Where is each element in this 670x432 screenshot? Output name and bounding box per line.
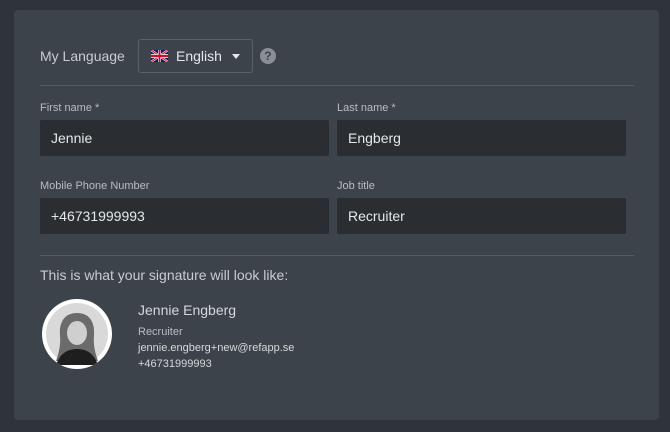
section-divider (40, 85, 634, 86)
job-title-label: Job title (337, 180, 375, 192)
job-title-field: Job title (337, 179, 626, 234)
last-name-label: Last name * (337, 102, 396, 114)
last-name-input[interactable] (337, 120, 626, 156)
signature-heading: This is what your signature will look li… (40, 267, 289, 283)
mobile-phone-field: Mobile Phone Number (40, 179, 329, 234)
signature-phone: +46731999993 (138, 358, 212, 370)
signature-name: Jennie Engberg (138, 302, 237, 318)
avatar (42, 299, 112, 369)
caret-down-icon (231, 53, 240, 59)
signature-title: Recruiter (138, 326, 183, 338)
language-row: My Language English ? (40, 39, 276, 73)
first-name-label: First name * (40, 102, 100, 114)
language-selected: English (176, 48, 222, 64)
signature-preview: Jennie Engberg Recruiter jennie.engberg+… (138, 302, 294, 372)
last-name-field: Last name * (337, 101, 626, 156)
language-dropdown[interactable]: English (138, 39, 253, 73)
question-circle-icon[interactable]: ? (259, 48, 276, 64)
profile-settings-panel: My Language English ? First name * Last … (14, 10, 659, 420)
job-title-input[interactable] (337, 198, 626, 234)
mobile-phone-input[interactable] (40, 198, 329, 234)
language-label: My Language (40, 48, 125, 64)
mobile-phone-label: Mobile Phone Number (40, 180, 150, 192)
signature-email: jennie.engberg+new@refapp.se (138, 342, 295, 354)
uk-flag-icon (151, 50, 168, 62)
first-name-input[interactable] (40, 120, 329, 156)
section-divider (40, 255, 634, 256)
first-name-field: First name * (40, 101, 329, 156)
profile-photo (46, 303, 108, 365)
